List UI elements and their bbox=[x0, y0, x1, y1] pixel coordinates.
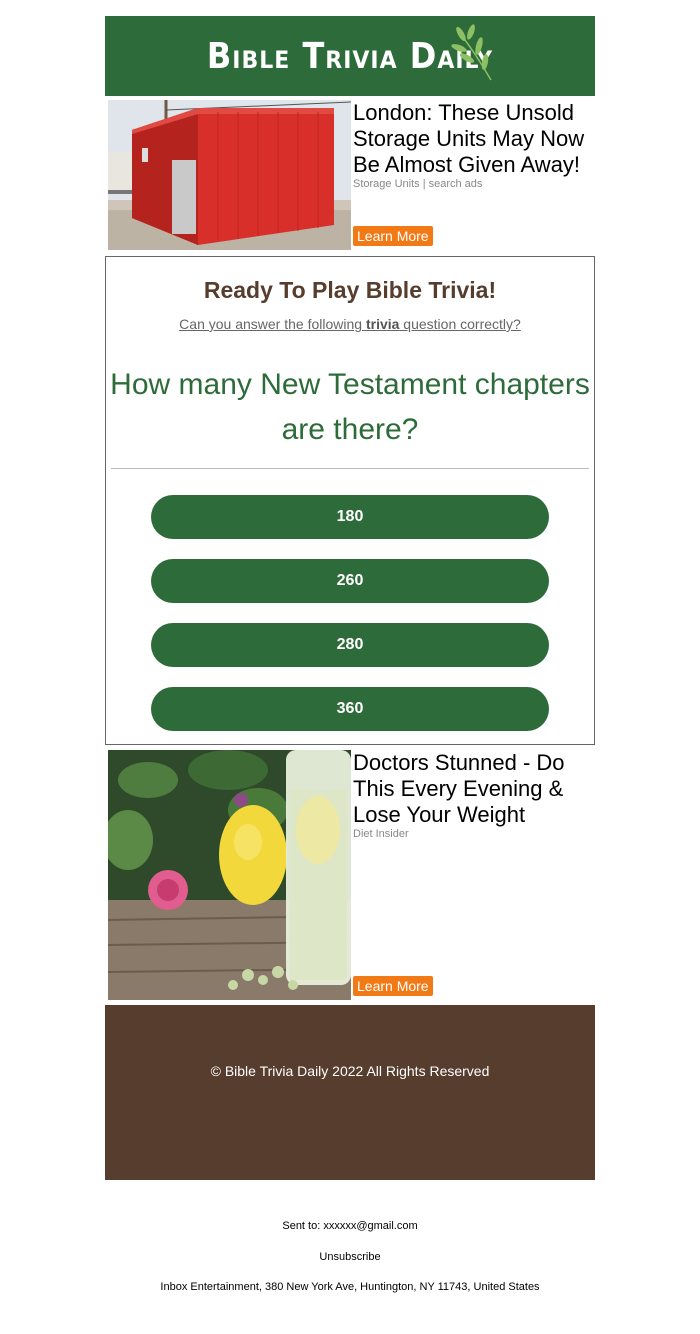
learn-more-button[interactable]: Learn More bbox=[353, 226, 433, 246]
answer-button-280[interactable]: 280 bbox=[151, 623, 549, 667]
quiz-sub-bold: trivia bbox=[365, 316, 400, 332]
sent-to-label: Sent to: bbox=[282, 1220, 324, 1232]
ad-source: Diet Insider bbox=[353, 828, 409, 840]
sender-address: Inbox Entertainment, 380 New York Ave, H… bbox=[160, 1281, 540, 1293]
ad-storage-units[interactable]: London: These Unsold Storage Units May N… bbox=[105, 100, 595, 252]
learn-more-button[interactable]: Learn More bbox=[353, 976, 433, 996]
sent-to-line: Sent to: xxxxxx@gmail.com bbox=[0, 1220, 700, 1232]
ad-image-storage-container[interactable] bbox=[108, 100, 351, 250]
email-header: Bible Trivia Daily bbox=[105, 16, 595, 96]
quiz-sub-text-2: question correctly? bbox=[399, 316, 521, 332]
answer-button-360[interactable]: 360 bbox=[151, 687, 549, 731]
ad-image-lemon-water[interactable] bbox=[108, 750, 351, 1000]
quiz-heading: Ready To Play Bible Trivia! bbox=[203, 277, 497, 303]
lemon-water-image bbox=[108, 750, 351, 1000]
ad-text-block: Doctors Stunned - Do This Every Evening … bbox=[351, 750, 595, 1002]
storage-container-image bbox=[108, 100, 351, 250]
trivia-quiz-card: Ready To Play Bible Trivia! Can you answ… bbox=[105, 256, 595, 745]
copyright-text: © Bible Trivia Daily 2022 All Rights Res… bbox=[210, 1063, 490, 1079]
email-footer: © Bible Trivia Daily 2022 All Rights Res… bbox=[105, 1005, 595, 1180]
sent-to-email[interactable]: xxxxxx@gmail.com bbox=[323, 1220, 417, 1232]
quiz-subheading[interactable]: Can you answer the following trivia ques… bbox=[106, 316, 594, 332]
quiz-sub-text-1: Can you answer the following bbox=[179, 316, 366, 332]
ad-diet[interactable]: Doctors Stunned - Do This Every Evening … bbox=[105, 750, 595, 1002]
answer-list: 180 260 280 360 bbox=[106, 495, 594, 731]
ad-headline[interactable]: Doctors Stunned - Do This Every Evening … bbox=[353, 750, 595, 828]
unsubscribe-link[interactable]: Unsubscribe bbox=[319, 1251, 380, 1263]
ad-headline[interactable]: London: These Unsold Storage Units May N… bbox=[353, 100, 595, 178]
leaf-icon bbox=[451, 24, 492, 81]
unsubscribe-line: Unsubscribe bbox=[0, 1251, 700, 1263]
divider bbox=[111, 468, 589, 469]
answer-button-260[interactable]: 260 bbox=[151, 559, 549, 603]
ad-source: Storage Units | search ads bbox=[353, 178, 483, 190]
ad-text-block: London: These Unsold Storage Units May N… bbox=[351, 100, 595, 252]
answer-button-180[interactable]: 180 bbox=[151, 495, 549, 539]
quiz-question: How many New Testament chapters are ther… bbox=[110, 368, 590, 446]
